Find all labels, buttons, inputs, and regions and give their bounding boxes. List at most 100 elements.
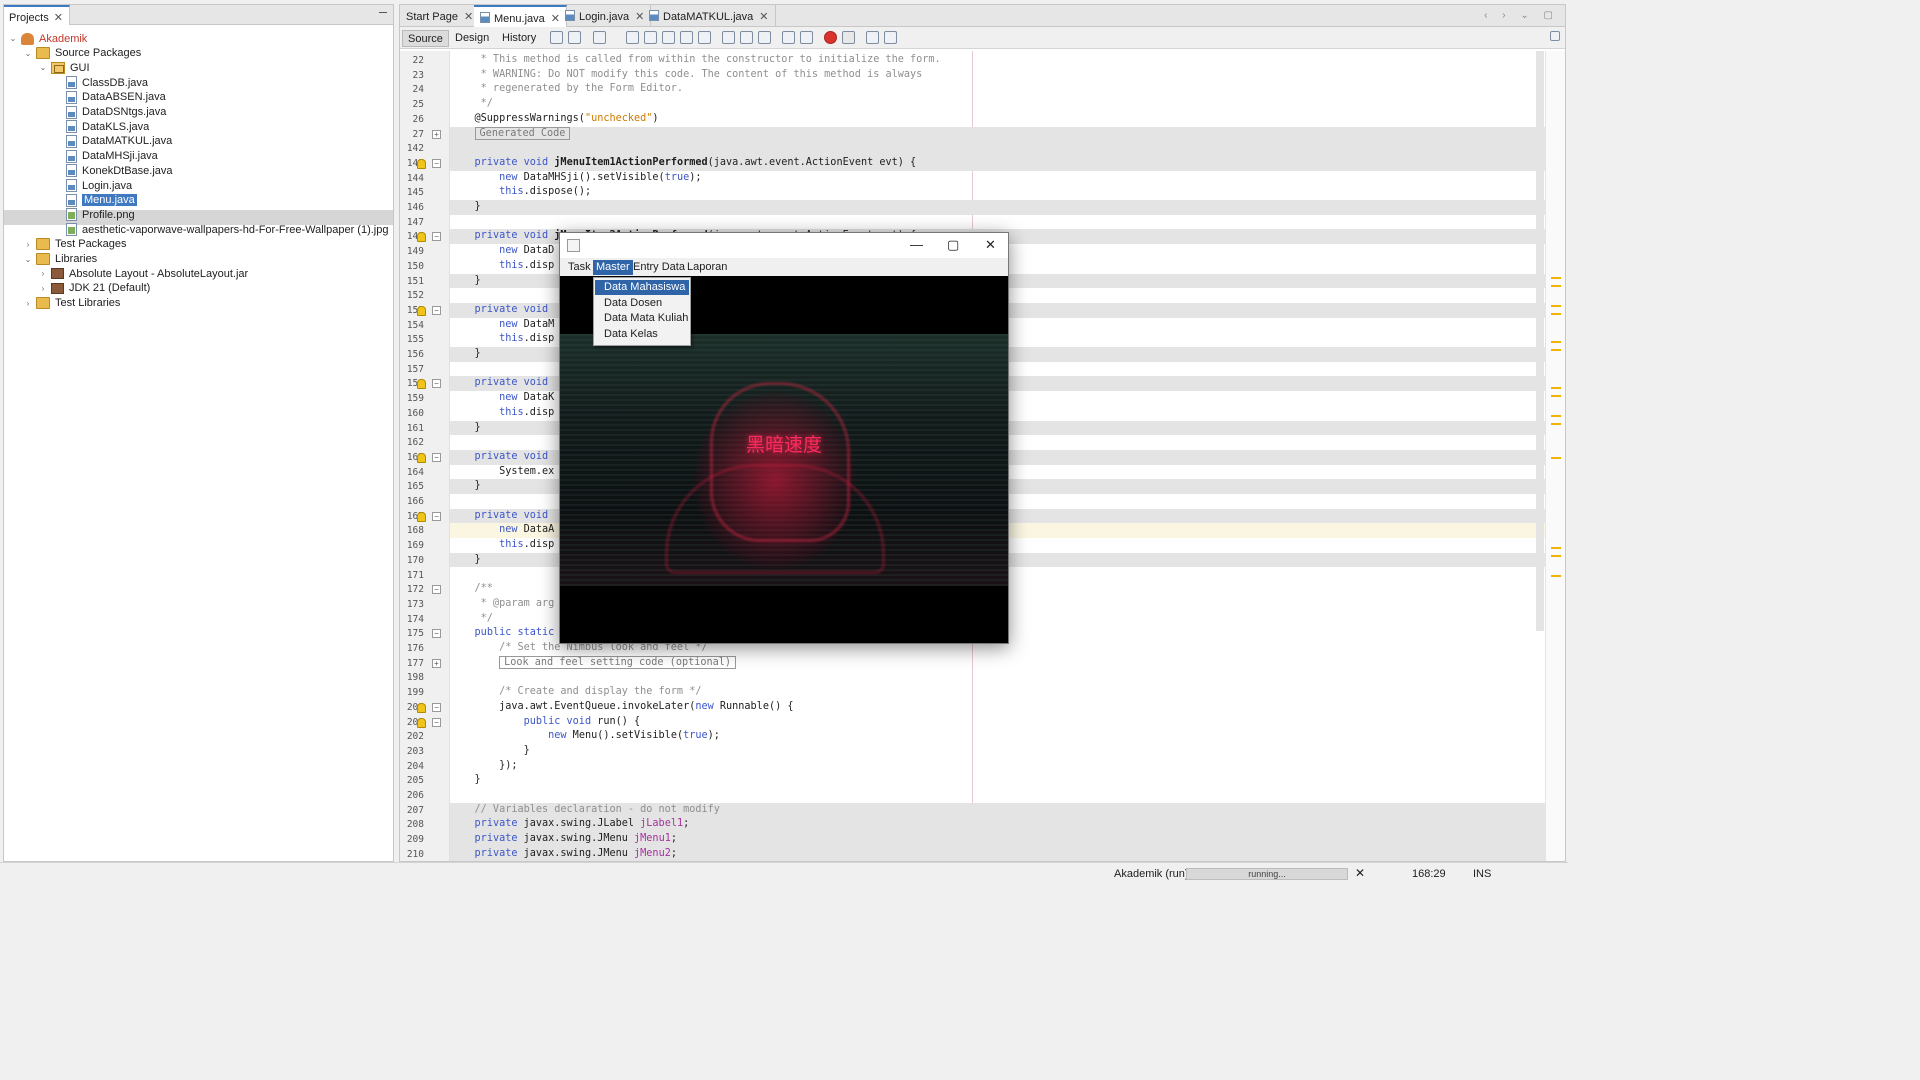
collapse-fold-icon[interactable]: − [432,702,441,712]
collapse-fold-icon[interactable]: − [432,511,441,521]
collapse-fold-icon[interactable]: − [432,585,441,595]
tree-node[interactable]: DataMATKUL.java [53,134,172,149]
source-button[interactable]: Source [402,30,449,47]
shift-right-icon[interactable] [800,31,813,44]
prev-bookmark-icon[interactable] [722,31,735,44]
editor-tab[interactable]: Login.java ✕ [559,5,652,27]
warning-marker[interactable] [1551,395,1561,397]
warning-marker[interactable] [1551,387,1561,389]
close-icon[interactable]: ✕ [464,11,473,23]
tree-node[interactable]: aesthetic-vaporwave-wallpapers-hd-For-Fr… [53,222,389,237]
hint-bulb-icon[interactable] [417,158,426,169]
code-line[interactable]: private javax.swing.JLabel jLabel1; [450,817,1545,833]
code-line[interactable]: * WARNING: Do NOT modify this code. The … [450,68,1545,83]
toggle-bookmark-icon[interactable] [758,31,771,44]
expanded-chevron-icon[interactable]: ⌄ [38,63,48,72]
tree-node[interactable]: DataKLS.java [53,119,149,134]
tree-node[interactable]: ⌄ Libraries [23,252,97,267]
tree-node[interactable]: KonekDtBase.java [53,163,173,178]
collapse-fold-icon[interactable]: − [432,629,441,639]
close-icon[interactable]: ✕ [54,12,63,24]
code-line[interactable] [450,215,1545,230]
menu-entry-data[interactable]: Entry Data [630,260,688,275]
minimize-window-icon[interactable]: — [910,237,923,252]
code-line[interactable]: Look and feel setting code (optional) [450,655,1545,671]
code-line[interactable]: new DataMHSji().setVisible(true); [450,171,1545,186]
tree-node[interactable]: › Absolute Layout - AbsoluteLayout.jar [38,266,249,281]
warning-marker[interactable] [1551,415,1561,417]
tab-projects[interactable]: Projects ✕ [4,5,70,25]
error-stripe[interactable] [1545,51,1565,861]
uncomment-icon[interactable] [884,31,897,44]
warning-marker[interactable] [1551,423,1561,425]
code-line[interactable]: @SuppressWarnings("unchecked") [450,112,1545,127]
caret-marker[interactable] [1551,457,1561,459]
find-icon[interactable] [626,31,639,44]
cancel-task-icon[interactable]: ✕ [1355,866,1365,880]
menu-item-data-dosen[interactable]: Data Dosen [595,296,689,311]
hint-bulb-icon[interactable] [417,379,426,390]
tab-navigation-icons[interactable]: ‹ › ⌄ ▢ [1484,10,1559,21]
toggle-rect-select-icon[interactable] [698,31,711,44]
tree-node[interactable]: DataDSNtgs.java [53,105,166,120]
comment-icon[interactable] [866,31,879,44]
code-line[interactable]: private javax.swing.JMenu jMenu1; [450,832,1545,847]
find-next-icon[interactable] [662,31,675,44]
warning-marker[interactable] [1551,547,1561,549]
forward-icon[interactable] [593,31,606,44]
expand-fold-icon[interactable]: + [432,129,441,139]
hint-bulb-icon[interactable] [417,232,426,243]
menu-item-data-kelas[interactable]: Data Kelas [595,327,689,342]
code-line[interactable]: java.awt.EventQueue.invokeLater(new Runn… [450,700,1545,715]
warning-marker[interactable] [1551,555,1561,557]
tree-node[interactable]: › Test Libraries [23,296,120,311]
expanded-chevron-icon[interactable]: ⌄ [23,255,33,264]
code-line[interactable]: new Menu().setVisible(true); [450,729,1545,744]
collapsed-chevron-icon[interactable]: › [23,299,33,308]
tree-node[interactable]: ⌄ Source Packages [23,46,141,61]
hint-bulb-icon[interactable] [417,702,426,713]
code-line[interactable] [450,670,1545,685]
code-line[interactable]: * This method is called from within the … [450,53,1545,68]
warning-marker[interactable] [1551,305,1561,307]
tree-node[interactable]: ClassDB.java [53,75,148,90]
code-line[interactable]: } [450,744,1545,759]
collapsed-chevron-icon[interactable]: › [23,240,33,249]
warning-marker[interactable] [1551,341,1561,343]
hint-bulb-icon[interactable] [417,305,426,316]
code-line[interactable] [450,141,1545,156]
code-line[interactable]: * regenerated by the Form Editor. [450,82,1545,97]
start-macro-icon[interactable] [824,31,837,44]
warning-marker[interactable] [1551,313,1561,315]
close-icon[interactable]: ✕ [759,11,768,23]
tree-node[interactable]: DataABSEN.java [53,90,166,105]
collapse-fold-icon[interactable]: − [432,158,441,168]
tree-node[interactable]: Login.java [53,178,132,193]
editor-tab[interactable]: Menu.java ✕ [474,5,567,27]
code-line[interactable]: private javax.swing.JMenu jMenu2; [450,846,1545,861]
collapsed-chevron-icon[interactable]: › [38,284,48,293]
maximize-window-icon[interactable]: ▢ [947,237,959,253]
expanded-chevron-icon[interactable]: ⌄ [23,49,33,58]
tree-node[interactable]: ⌄ Akademik [8,31,87,46]
code-line[interactable]: } [450,773,1545,788]
menu-master[interactable]: Master [593,260,633,275]
code-line[interactable]: /* Create and display the form */ [450,685,1545,700]
code-line[interactable]: this.dispose(); [450,185,1545,200]
tree-node[interactable]: DataMHSji.java [53,149,158,164]
minimize-icon[interactable] [379,11,387,13]
warning-marker[interactable] [1551,285,1561,287]
next-bookmark-icon[interactable] [740,31,753,44]
code-line[interactable]: Generated Code [450,126,1545,142]
tree-node[interactable]: Profile.png [53,207,135,222]
collapse-fold-icon[interactable]: − [432,305,441,315]
collapsed-chevron-icon[interactable]: › [38,269,48,278]
editor-tab[interactable]: DataMATKUL.java ✕ [643,5,776,27]
tree-node[interactable]: › JDK 21 (Default) [38,281,151,296]
history-button[interactable]: History [497,30,541,47]
design-button[interactable]: Design [450,30,494,47]
hint-bulb-icon[interactable] [417,452,426,463]
close-window-icon[interactable]: ✕ [985,237,996,253]
editor-tab[interactable]: Start Page ✕ [400,5,481,27]
code-line[interactable]: // Variables declaration - do not modify [450,802,1545,818]
